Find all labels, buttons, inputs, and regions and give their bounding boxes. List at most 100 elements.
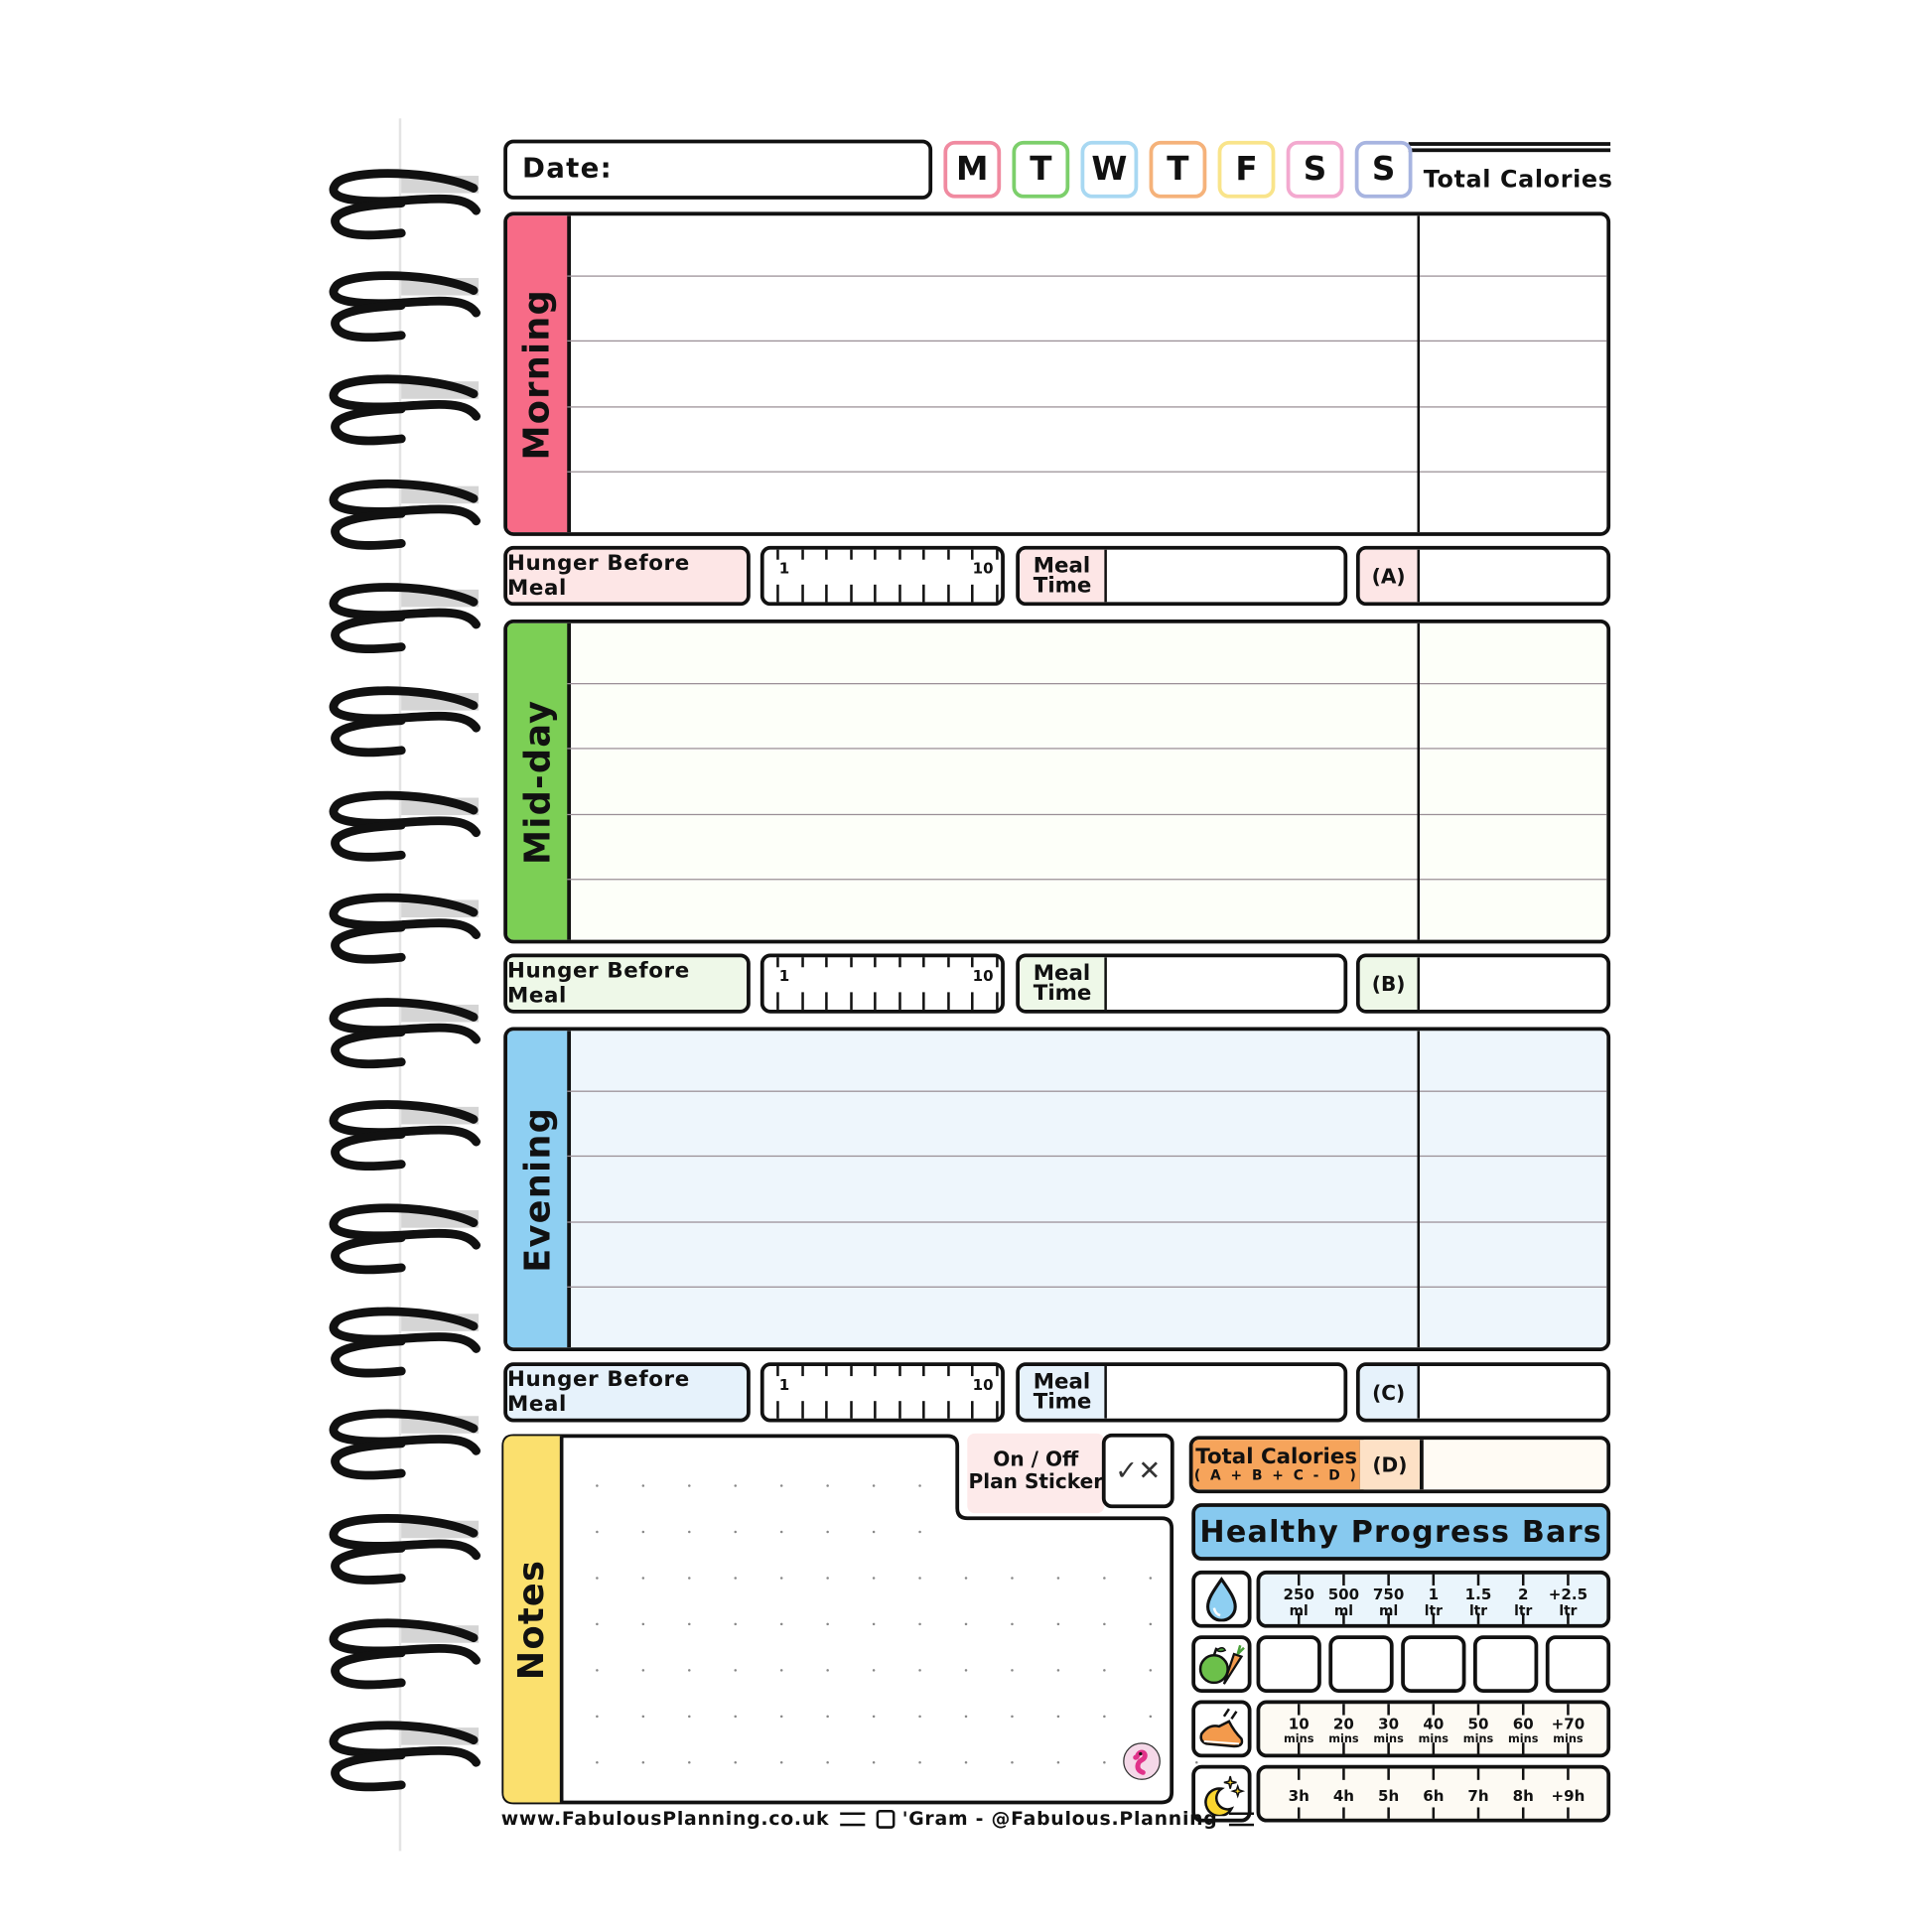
meal-time-field[interactable]: Meal Time xyxy=(1016,545,1348,607)
scale-tick xyxy=(971,957,974,968)
notes-dot xyxy=(596,1622,599,1626)
meal-time-line2: Time xyxy=(1033,1389,1092,1415)
total-calories-label: Total Calories ( A + B + C - D ) xyxy=(1192,1440,1364,1490)
fruit-veg-checkbox[interactable] xyxy=(1256,1635,1321,1693)
scale-tick xyxy=(825,957,828,968)
notes-dot xyxy=(688,1577,691,1580)
bar-tick xyxy=(1387,1807,1390,1819)
day-checkbox-4[interactable]: F xyxy=(1217,140,1276,199)
notes-dot xyxy=(872,1530,876,1534)
notes-dot xyxy=(872,1669,876,1672)
notes-dot xyxy=(826,1530,829,1534)
check-x-icon: ✓✕ xyxy=(1115,1454,1162,1487)
notes-dot xyxy=(1011,1761,1014,1764)
date-field[interactable]: Date: xyxy=(503,139,933,200)
total-calories-formula: ( A + B + C - D ) xyxy=(1193,1466,1359,1484)
day-checkbox-0[interactable]: M xyxy=(943,140,1002,199)
bar-tick xyxy=(1476,1807,1480,1819)
meal-calories-field[interactable]: (A) xyxy=(1355,545,1611,607)
meal-calories-field[interactable]: (B) xyxy=(1355,953,1611,1014)
calorie-tag: (B) xyxy=(1359,957,1421,1010)
total-calories-header: Total Calories xyxy=(1423,165,1613,194)
bar-label: 60 mins xyxy=(1498,1716,1548,1749)
fruit-veg-checkbox[interactable] xyxy=(1545,1635,1611,1693)
apple-carrot-icon xyxy=(1191,1635,1252,1693)
sleep-progress-bar[interactable]: 3h 4h 5h 6h 7h 8h +9h xyxy=(1256,1764,1611,1823)
notes-dot xyxy=(1011,1669,1014,1672)
day-label: T xyxy=(1167,150,1189,189)
notes-dot xyxy=(1103,1761,1106,1764)
notes-dot xyxy=(1056,1577,1060,1580)
bar-label-unit: mins xyxy=(1328,1733,1359,1746)
meal-time-field[interactable]: Meal Time xyxy=(1016,1362,1348,1423)
bar-label-value: 500 xyxy=(1327,1585,1360,1603)
day-checkbox-3[interactable]: T xyxy=(1149,140,1207,199)
day-label: M xyxy=(956,150,989,189)
meal-section-mid-day[interactable]: Mid-day xyxy=(503,619,1611,944)
notes-dot xyxy=(1011,1577,1014,1580)
instagram-handle[interactable]: 'Gram - @Fabulous.Planning xyxy=(902,1807,1218,1830)
notes-dot xyxy=(596,1577,599,1580)
on-off-checkbox[interactable]: ✓✕ xyxy=(1101,1433,1174,1509)
healthy-progress-bars-title: Healthy Progress Bars xyxy=(1191,1503,1611,1561)
notes-dot xyxy=(1149,1577,1153,1580)
hunger-scale[interactable]: 1 10 xyxy=(759,953,1005,1014)
bar-label-value: 5h xyxy=(1378,1787,1400,1805)
running-shoe-icon xyxy=(1191,1700,1252,1758)
meal-time-line2: Time xyxy=(1033,573,1092,599)
water-progress-bar[interactable]: 250 ml 500 ml 750 ml 1 ltr 1.5 ltr 2 ltr +2.5 ltr xyxy=(1256,1570,1611,1628)
day-checkbox-1[interactable]: T xyxy=(1012,140,1070,199)
notes-dot xyxy=(872,1577,876,1580)
day-checkbox-5[interactable]: S xyxy=(1286,140,1344,199)
scale-tick xyxy=(897,549,901,560)
bar-tick xyxy=(1476,1704,1480,1716)
binding-ring xyxy=(327,1615,482,1695)
notes-dot xyxy=(826,1484,829,1487)
scale-tick xyxy=(897,584,901,603)
bar-label: 30 mins xyxy=(1364,1716,1414,1749)
section-label: Evening xyxy=(516,1106,558,1273)
scale-tick xyxy=(849,957,853,968)
binding-ring xyxy=(327,683,482,762)
scale-tick xyxy=(800,957,804,968)
scale-tick xyxy=(971,1366,974,1377)
bar-tick xyxy=(1567,1574,1570,1586)
meal-section-evening[interactable]: Evening xyxy=(503,1027,1611,1351)
scale-tick xyxy=(946,957,950,968)
bar-label: +70 mins xyxy=(1543,1716,1592,1749)
day-label: T xyxy=(1030,150,1052,189)
day-checkbox-6[interactable]: S xyxy=(1354,140,1413,199)
notes-dot xyxy=(826,1577,829,1580)
fruit-veg-checkbox[interactable] xyxy=(1328,1635,1394,1693)
meal-calories-field[interactable]: (C) xyxy=(1355,1362,1611,1423)
notes-label: Notes xyxy=(510,1559,553,1680)
notes-dot xyxy=(641,1622,645,1626)
day-checkbox-2[interactable]: W xyxy=(1080,140,1139,199)
notes-dot xyxy=(918,1622,921,1626)
sticker-line2: Plan Sticker xyxy=(968,1469,1104,1494)
bar-label-value: 4h xyxy=(1332,1787,1355,1805)
fruit-veg-checkbox[interactable] xyxy=(1473,1635,1539,1693)
hunger-scale[interactable]: 1 10 xyxy=(759,1362,1005,1423)
scale-tick xyxy=(922,1401,925,1419)
website-link[interactable]: www.FabulousPlanning.co.uk xyxy=(501,1807,830,1830)
ruled-line xyxy=(567,683,1607,685)
calorie-column-divider xyxy=(1417,1031,1421,1348)
meal-section-morning[interactable]: Morning xyxy=(503,211,1611,536)
fruit-veg-checkbox[interactable] xyxy=(1401,1635,1466,1693)
hunger-before-meal-label: Hunger Before Meal xyxy=(503,953,751,1014)
scale-tick xyxy=(776,584,779,603)
binding-ring xyxy=(327,1097,482,1176)
scale-tick xyxy=(995,584,999,603)
scale-max: 10 xyxy=(972,559,994,578)
binding-ring xyxy=(327,1511,482,1590)
notes-dot xyxy=(964,1715,968,1719)
exercise-progress-bar[interactable]: 10 mins 20 mins 30 mins 40 mins 50 mins 60 mins +70 m… xyxy=(1256,1700,1611,1758)
total-calories-box[interactable]: Total Calories ( A + B + C - D ) (D) xyxy=(1188,1436,1611,1494)
scale-tick xyxy=(849,584,853,603)
hunger-scale[interactable]: 1 10 xyxy=(759,545,1005,607)
bar-tick xyxy=(1521,1768,1525,1780)
notes-dot xyxy=(964,1622,968,1626)
bar-label-value: +2.5 xyxy=(1548,1585,1588,1603)
meal-time-field[interactable]: Meal Time xyxy=(1016,953,1348,1014)
